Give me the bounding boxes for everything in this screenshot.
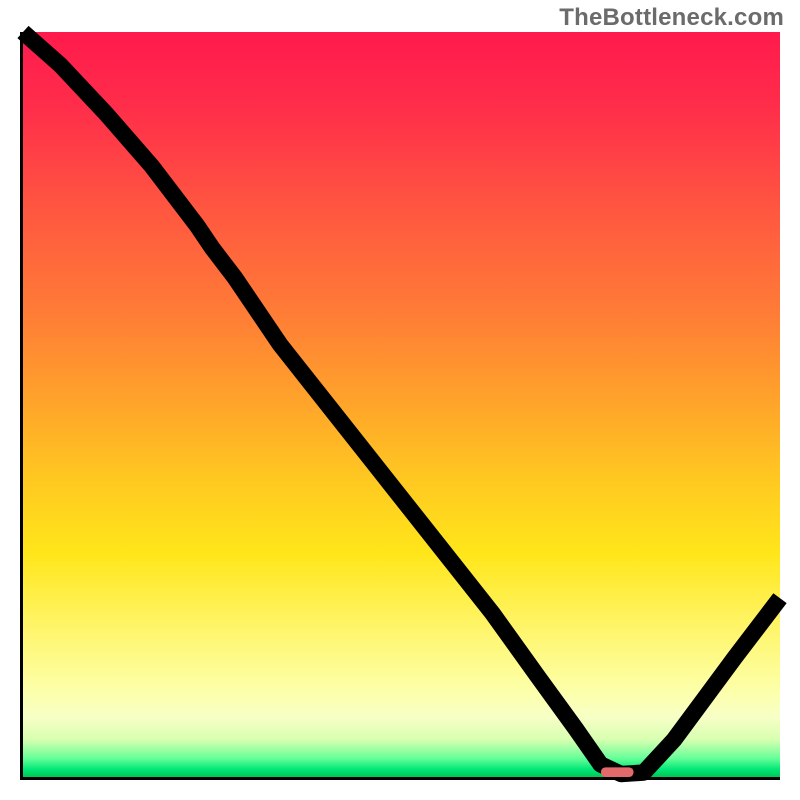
minimum-marker (601, 767, 634, 777)
chart-container: TheBottleneck.com (0, 0, 800, 800)
bottleneck-curve-line (23, 32, 780, 774)
plot-axes-frame (20, 32, 780, 780)
watermark-text: TheBottleneck.com (559, 4, 784, 32)
curve-layer (23, 32, 780, 777)
